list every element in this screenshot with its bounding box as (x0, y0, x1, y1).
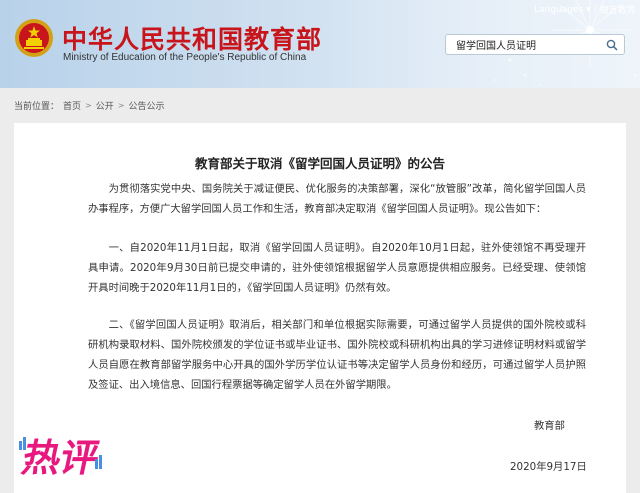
hot-comment-badge-logo: 热评 (17, 435, 105, 481)
chevron-down-icon[interactable]: ▾ (586, 5, 591, 15)
divider: | (593, 4, 597, 15)
breadcrumb: 当前位置： 首页 > 公开 > 公告公示 (14, 99, 164, 112)
languages-link[interactable]: Languages (534, 5, 583, 15)
breadcrumb-announcements[interactable]: 公告公示 (128, 99, 164, 112)
hot-comment-badge-text: 热评 (18, 436, 103, 481)
national-emblem-icon (15, 19, 53, 57)
search-box[interactable]: 留学回国人员证明 (445, 34, 625, 55)
search-icon[interactable] (606, 39, 618, 51)
search-input[interactable]: 留学回国人员证明 (456, 37, 536, 52)
top-links: Languages ▾ | 微言教育 (534, 3, 636, 17)
chevron-right-icon: > (85, 101, 92, 110)
breadcrumb-public[interactable]: 公开 (96, 99, 114, 112)
site-title-en: Ministry of Education of the People's Re… (63, 52, 307, 63)
article-title: 教育部关于取消《留学回国人员证明》的公告 (194, 156, 445, 171)
article-paragraph: 一、自2020年11月1日起，取消《留学回国人员证明》。自2020年10月1日起… (88, 242, 586, 294)
wechat-link[interactable]: 微言教育 (600, 3, 636, 16)
site-title-cn[interactable]: 中华人民共和国教育部 (62, 20, 322, 56)
breadcrumb-prefix: 当前位置： (14, 102, 60, 112)
article-date: 2020年9月17日 (510, 461, 587, 473)
breadcrumb-home[interactable]: 首页 (63, 99, 81, 112)
chevron-right-icon: > (117, 101, 125, 110)
article-signature: 教育部 (534, 420, 565, 432)
article-paragraph: 为贯彻落实党中央、国务院关于减证便民、优化服务的决策部署，深化“放管服”改革，简… (88, 183, 586, 215)
site-header: 中华人民共和国教育部 Ministry of Education of the … (0, 0, 640, 88)
article-paragraph: 二、《留学回国人员证明》取消后，相关部门和单位根据实际需要，可通过留学人员提供的… (88, 319, 586, 391)
